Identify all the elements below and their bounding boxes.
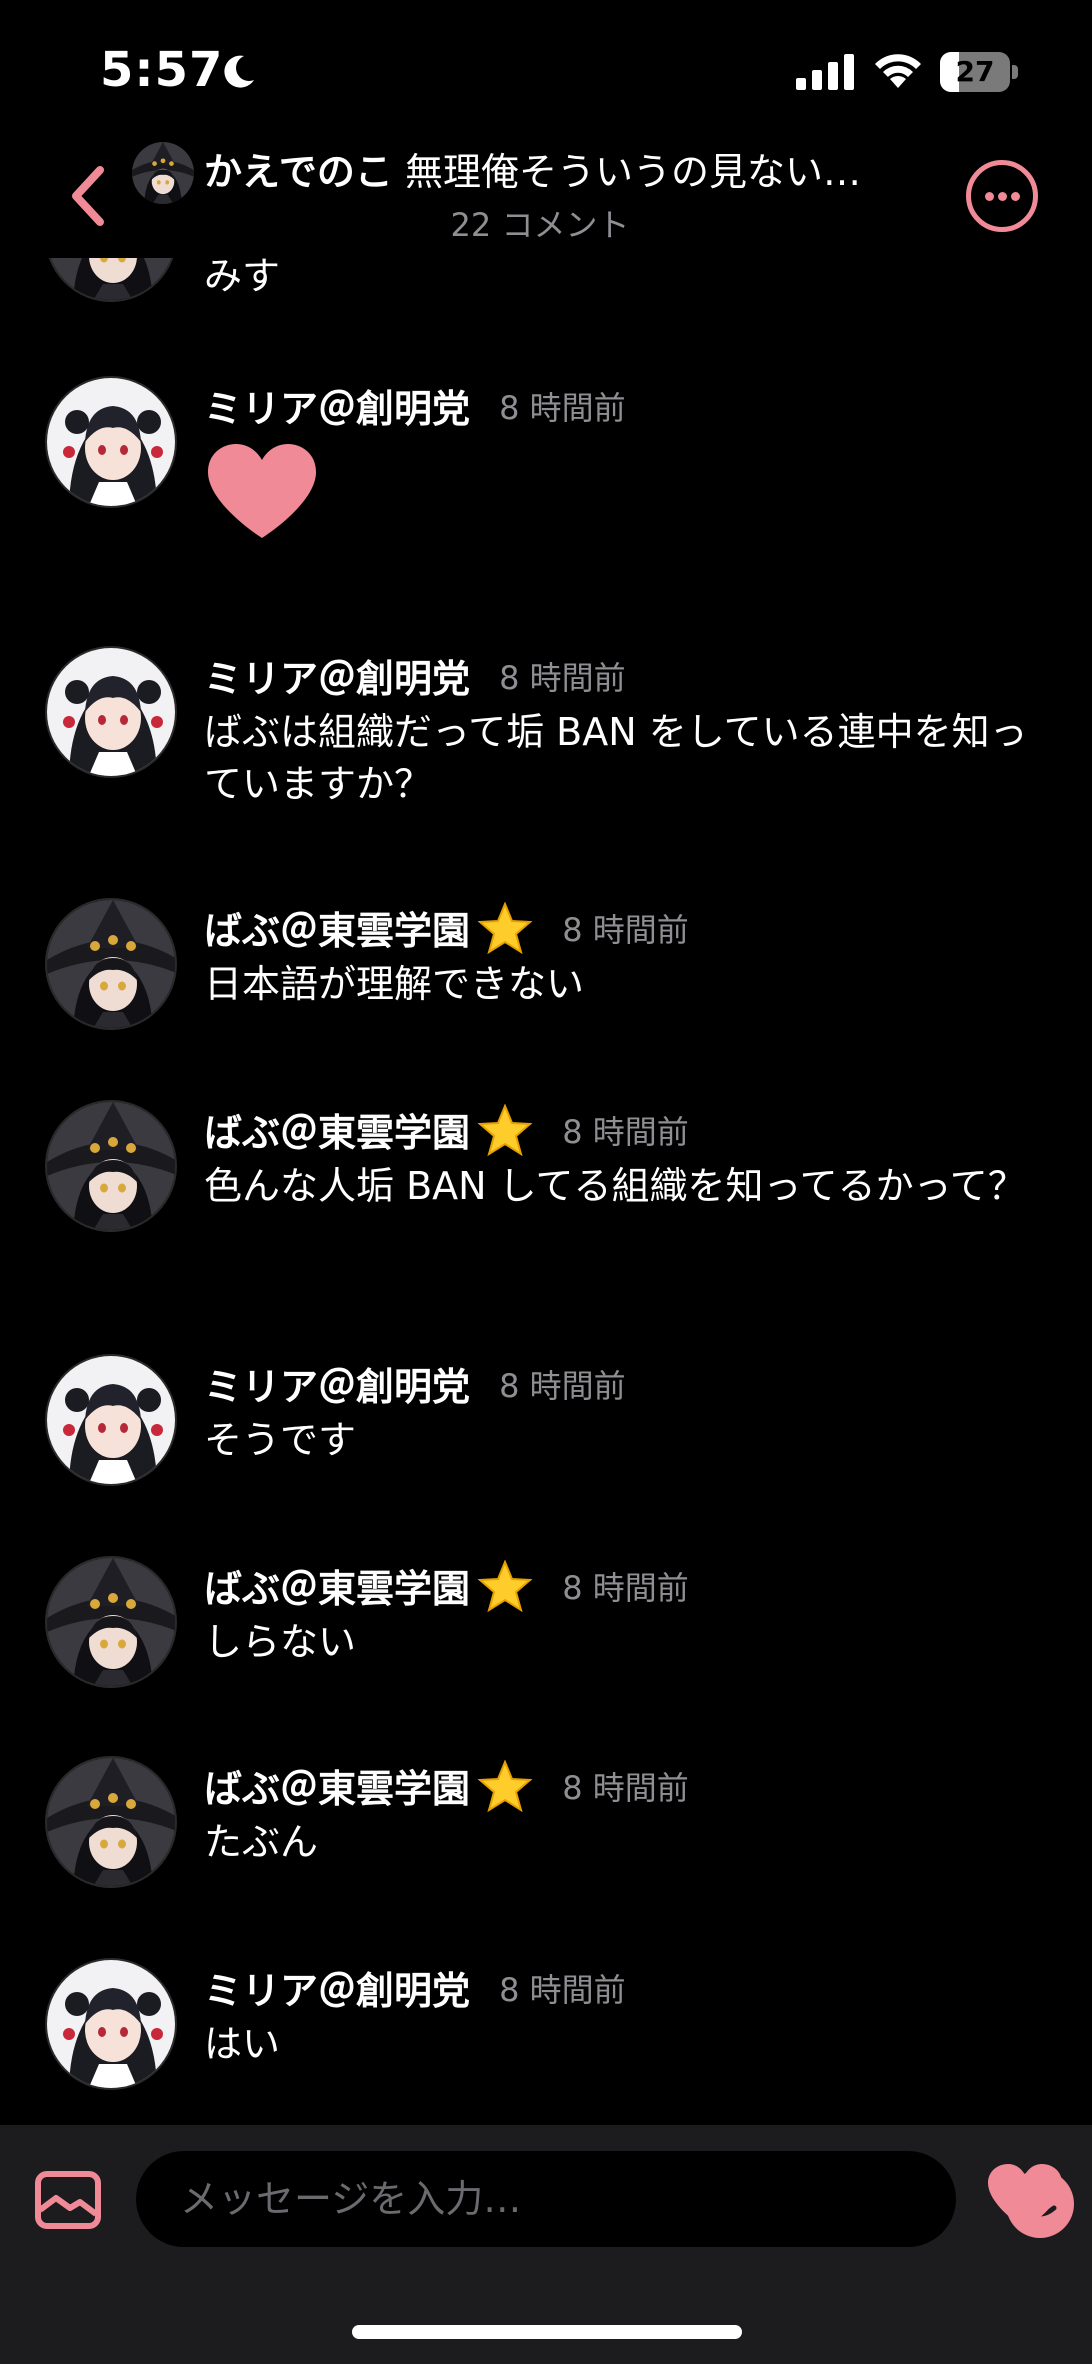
username[interactable]: ばぶ＠東雲学園 (204, 1767, 470, 1811)
avatar[interactable] (45, 1354, 177, 1486)
message-header: ミリア＠創明党 8 時間前 (204, 1356, 626, 1412)
back-chevron-icon[interactable] (66, 164, 110, 228)
avatar[interactable] (45, 898, 177, 1030)
heart-send-icon[interactable] (986, 2163, 1064, 2231)
message-text: たぶん (204, 1820, 319, 1864)
avatar[interactable] (45, 1556, 177, 1688)
message-text: はい (204, 2022, 281, 2066)
star-badge-icon (479, 902, 532, 953)
more-options-button[interactable] (966, 160, 1038, 232)
avatar[interactable] (45, 646, 177, 778)
message-header: ミリア＠創明党 8 時間前 (204, 1960, 626, 2016)
status-bar: 5:57 27 (0, 0, 1092, 140)
message-input-container[interactable] (136, 2151, 1074, 2247)
message-text: ばぶは組織だって垢 BAN をしている連中を知っていますか？ (204, 710, 1028, 806)
message-header: ばぶ＠東雲学園 8 時間前 (204, 1558, 689, 1614)
username[interactable]: ミリア＠創明党 (204, 1365, 470, 1409)
post-title: 無理俺そういうの見ない… (404, 150, 861, 194)
message-text: そうです (204, 1418, 357, 1462)
status-time: 5:57 (100, 42, 224, 98)
post-author-avatar[interactable] (132, 142, 194, 204)
message-text: 日本語が理解できない (204, 962, 585, 1006)
more-dot-icon (985, 192, 994, 201)
username[interactable]: ばぶ＠東雲学園 (204, 1111, 470, 1155)
battery-body: 27 (940, 52, 1010, 92)
message-header: ばぶ＠東雲学園 8 時間前 (204, 1758, 689, 1814)
header: かえでのこ 無理俺そういうの見ない… 22 コメント (0, 140, 1092, 258)
timestamp: 8 時間前 (562, 910, 689, 949)
more-dot-icon (1011, 192, 1020, 201)
battery-indicator: 27 (940, 52, 1018, 92)
username[interactable]: ミリア＠創明党 (204, 1969, 470, 2013)
timestamp: 8 時間前 (562, 1768, 689, 1807)
message-text: 色んな人垢 BAN してる組織を知ってるかって？ (204, 1164, 1026, 1208)
heart-sticker-icon (208, 444, 316, 538)
timestamp: 8 時間前 (499, 1366, 626, 1405)
avatar[interactable] (45, 1100, 177, 1232)
moon-icon (224, 55, 254, 88)
comments-screen: みす ミリア＠創明党 8 時間前 ミリア＠創明党 8 時間前 ばぶは組織だって垢… (0, 0, 1092, 2364)
message-input[interactable] (136, 2151, 836, 2247)
composer-bar (0, 2125, 1092, 2364)
timestamp: 8 時間前 (499, 658, 626, 697)
star-badge-icon (479, 1760, 532, 1811)
message-text: しらない (204, 1620, 357, 1664)
comment-list[interactable]: みす ミリア＠創明党 8 時間前 ミリア＠創明党 8 時間前 ばぶは組織だって垢… (0, 0, 1092, 2125)
more-dot-icon (998, 192, 1007, 201)
message-header: ミリア＠創明党 8 時間前 (204, 648, 626, 704)
username[interactable]: ばぶ＠東雲学園 (204, 909, 470, 953)
message-header: ばぶ＠東雲学園 8 時間前 (204, 1102, 689, 1158)
signal-icon (796, 54, 854, 90)
home-indicator[interactable] (352, 2325, 742, 2339)
comment-count: 22 コメント (450, 206, 630, 244)
battery-cap (1012, 65, 1018, 79)
wifi-icon (875, 54, 921, 88)
username[interactable]: ミリア＠創明党 (204, 387, 470, 431)
message-header: ばぶ＠東雲学園 8 時間前 (204, 900, 689, 956)
star-badge-icon (479, 1560, 532, 1611)
post-author-name: かえでのこ (204, 150, 393, 194)
timestamp: 8 時間前 (499, 388, 626, 427)
avatar[interactable] (45, 1756, 177, 1888)
avatar[interactable] (45, 376, 177, 508)
timestamp: 8 時間前 (562, 1568, 689, 1607)
username[interactable]: ばぶ＠東雲学園 (204, 1567, 470, 1611)
image-attach-icon[interactable] (34, 2170, 102, 2230)
page-title[interactable]: かえでのこ 無理俺そういうの見ない… (204, 144, 924, 200)
battery-level: 27 (955, 55, 995, 88)
timestamp: 8 時間前 (499, 1970, 626, 2009)
username[interactable]: ミリア＠創明党 (204, 657, 470, 701)
star-badge-icon (479, 1104, 532, 1155)
avatar[interactable] (45, 1958, 177, 2090)
message-header: ミリア＠創明党 8 時間前 (204, 378, 626, 434)
timestamp: 8 時間前 (562, 1112, 689, 1151)
